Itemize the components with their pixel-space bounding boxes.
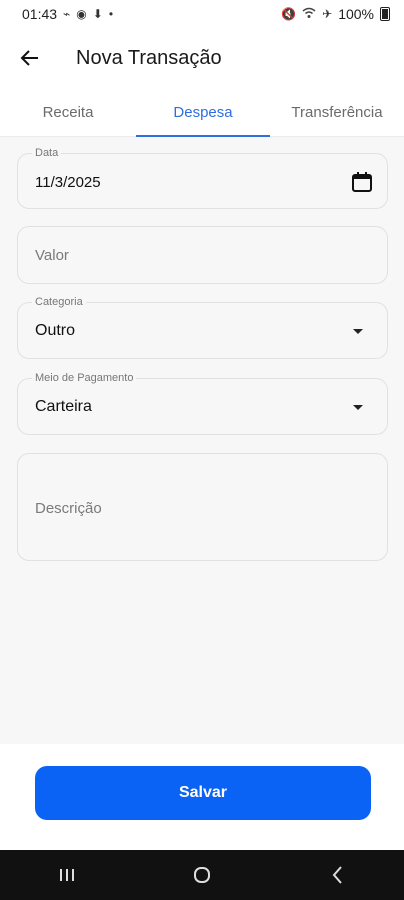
voicemail-icon: ⌁ (63, 7, 71, 21)
chevron-down-icon[interactable] (353, 405, 363, 410)
status-time: 01:43 (22, 6, 58, 22)
tab-transferencia[interactable]: Transferência (270, 88, 404, 136)
dot-icon: • (108, 7, 114, 21)
page-title: Nova Transação (76, 46, 222, 69)
battery-icon (380, 7, 390, 21)
date-label: Data (32, 147, 62, 159)
payment-method-select[interactable]: Meio de Pagamento Carteira (17, 372, 388, 435)
status-left: 01:43 ⌁ ◉ ⬇ • (22, 6, 113, 22)
whatsapp-icon: ◉ (76, 7, 87, 21)
category-select[interactable]: Categoria Outro (17, 296, 388, 359)
description-field[interactable]: Descrição (17, 453, 388, 561)
mute-icon: 🔇 (281, 7, 297, 21)
payment-method-label: Meio de Pagamento (32, 372, 137, 384)
transaction-type-tabs: Receita Despesa Transferência (0, 88, 404, 137)
chevron-down-icon[interactable] (353, 329, 363, 334)
date-field[interactable]: Data 11/3/2025 (17, 147, 388, 209)
system-nav-bar (0, 850, 404, 900)
app-bar: Nova Transação (0, 28, 404, 88)
category-label: Categoria (32, 296, 86, 308)
recent-apps-icon[interactable] (47, 855, 87, 895)
description-placeholder: Descrição (35, 500, 102, 517)
download-icon: ⬇ (92, 7, 103, 21)
tab-despesa[interactable]: Despesa (136, 88, 270, 136)
active-tab-indicator (136, 135, 270, 137)
status-right: 🔇 ✈ 100% (281, 6, 390, 22)
bottom-action-area: Salvar (0, 744, 404, 850)
date-value: 11/3/2025 (35, 174, 101, 191)
home-icon[interactable] (182, 855, 222, 895)
amount-field[interactable]: Valor (17, 226, 388, 284)
battery-percent: 100% (338, 6, 374, 22)
wifi-icon (302, 7, 316, 22)
status-bar: 01:43 ⌁ ◉ ⬇ • 🔇 ✈ 100% (0, 0, 404, 28)
tab-receita[interactable]: Receita (0, 88, 136, 136)
category-value: Outro (35, 322, 76, 339)
airplane-icon: ✈ (322, 7, 333, 21)
back-icon[interactable] (317, 855, 357, 895)
arrow-left-icon[interactable] (18, 46, 42, 70)
amount-placeholder: Valor (35, 247, 69, 264)
payment-method-value: Carteira (35, 398, 92, 415)
save-button[interactable]: Salvar (35, 766, 371, 820)
calendar-icon[interactable] (350, 170, 374, 194)
